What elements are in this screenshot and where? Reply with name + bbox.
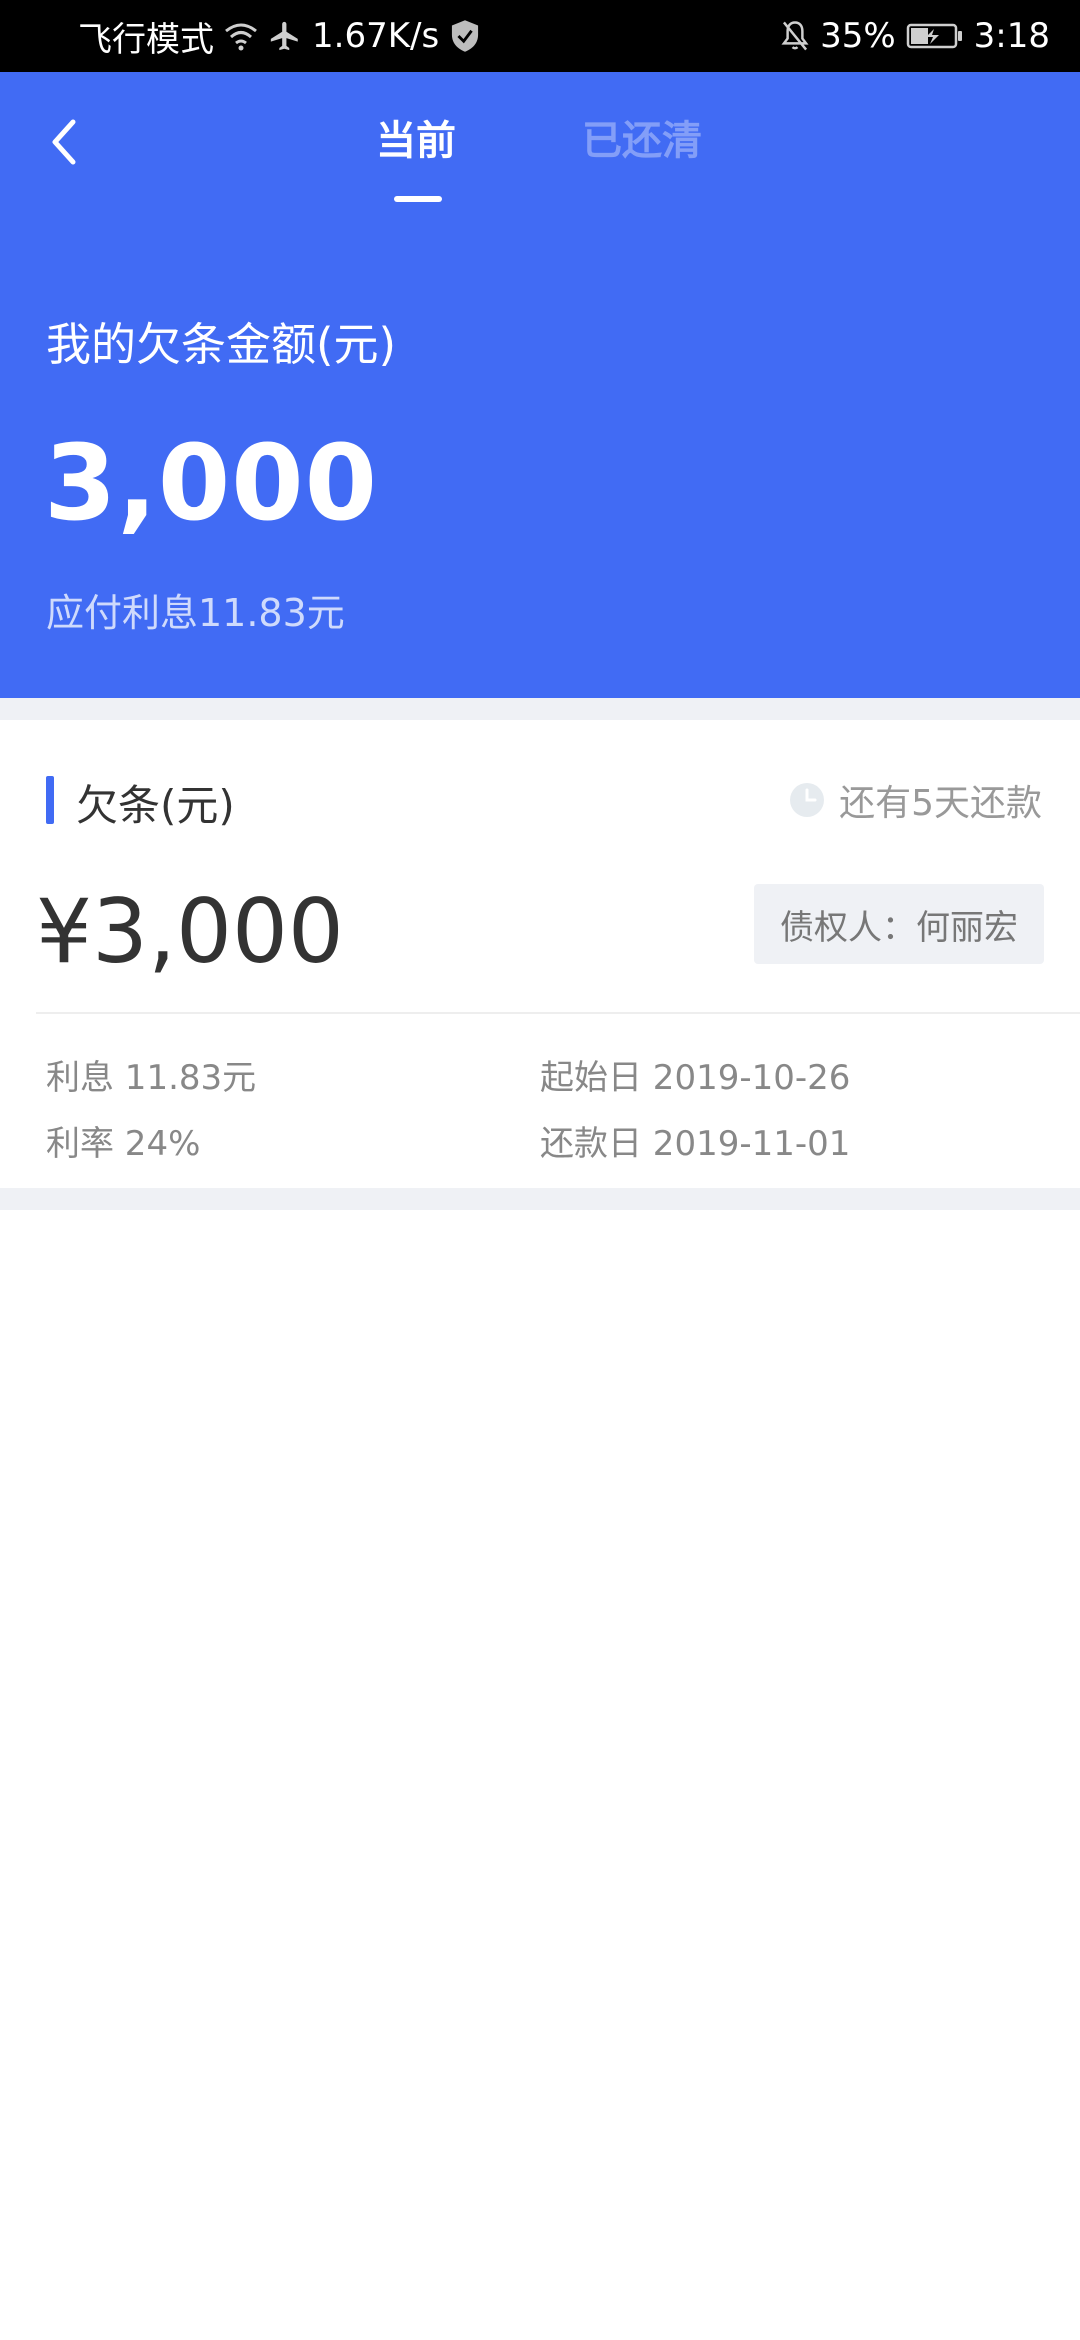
creditor-badge: 债权人：何丽宏: [754, 884, 1044, 964]
card-divider: [36, 1012, 1080, 1014]
tab-cleared[interactable]: 已还清: [582, 108, 702, 166]
tab-bar: 当前 已还清: [0, 72, 1080, 222]
rate-info: 利率 24%: [46, 1124, 201, 1164]
status-bar-right: 35% 3:18: [780, 0, 1050, 72]
repay-date-info: 还款日 2019-11-01: [540, 1124, 851, 1164]
debt-amount-value: 3,000: [44, 422, 378, 544]
interest-info: 利息 11.83元: [46, 1058, 257, 1098]
battery-icon: [906, 21, 964, 51]
status-bar-left: 飞行模式 1.67K/s: [78, 0, 481, 72]
clock-time: 3:18: [973, 16, 1050, 56]
clock-icon: [790, 783, 825, 817]
section-divider-bottom: [0, 1188, 1080, 1210]
shield-icon: [449, 19, 481, 53]
battery-percent: 35%: [820, 16, 896, 56]
status-bar: 飞行模式 1.67K/s 35% 3:18: [0, 0, 1080, 72]
wifi-icon: [224, 21, 258, 51]
mute-bell-icon: [780, 20, 810, 52]
network-speed: 1.67K/s: [312, 16, 440, 56]
due-text: 还有5天还款: [839, 783, 1042, 824]
debt-card[interactable]: 欠条(元) 还有5天还款 ¥3,000 债权人：何丽宏 利息 11.83元 利率…: [0, 720, 1080, 1188]
airplane-icon: [268, 19, 302, 53]
card-amount: ¥3,000: [36, 880, 344, 983]
card-title: 欠条(元): [76, 781, 235, 830]
airplane-mode-text: 飞行模式: [78, 19, 214, 60]
section-divider: [0, 698, 1080, 720]
debt-amount-label: 我的欠条金额(元): [46, 318, 397, 371]
debt-summary-header: 当前 已还清 我的欠条金额(元) 3,000 应付利息11.83元: [0, 72, 1080, 698]
start-date-info: 起始日 2019-10-26: [540, 1058, 851, 1098]
tab-current[interactable]: 当前: [376, 108, 456, 166]
tab-active-indicator: [394, 196, 442, 202]
card-accent-bar: [46, 776, 54, 824]
due-reminder: 还有5天还款: [789, 774, 1042, 826]
interest-payable: 应付利息11.83元: [46, 591, 345, 635]
